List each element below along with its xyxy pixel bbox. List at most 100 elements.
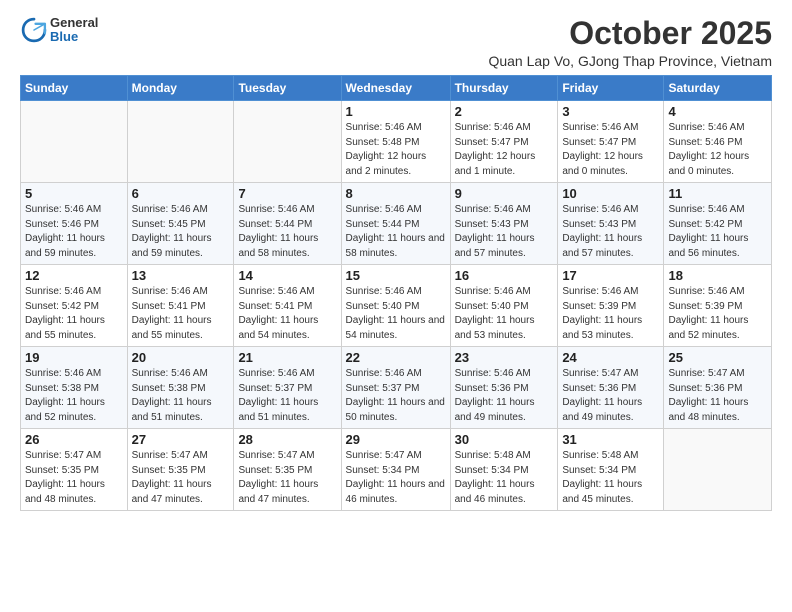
day-number: 19: [25, 350, 123, 365]
day-info: Sunrise: 5:48 AM Sunset: 5:34 PM Dayligh…: [562, 449, 659, 507]
calendar-cell: [127, 101, 234, 183]
day-number: 12: [25, 268, 123, 283]
calendar-cell: 13 Sunrise: 5:46 AM Sunset: 5:41 PM Dayli…: [127, 265, 234, 347]
calendar-cell: 26Sunrise: 5:47 AM Sunset: 5:35 PM Dayli…: [21, 429, 128, 511]
day-number: 30: [455, 432, 554, 447]
col-friday: Friday: [558, 76, 664, 101]
calendar-cell: 25Sunrise: 5:47 AM Sunset: 5:36 PM Dayli…: [664, 347, 772, 429]
calendar-header: Sunday Monday Tuesday Wednesday Thursday…: [21, 76, 772, 101]
header-row: Sunday Monday Tuesday Wednesday Thursday…: [21, 76, 772, 101]
day-info: Sunrise: 5:46 AM Sunset: 5:45 PM Dayligh…: [132, 203, 230, 261]
day-info: Sunrise: 5:46 AM Sunset: 5:48 PM Dayligh…: [346, 121, 446, 179]
calendar-cell: 21 Sunrise: 5:46 AM Sunset: 5:37 PM Dayli…: [234, 347, 341, 429]
day-number: 21: [238, 350, 336, 365]
calendar: Sunday Monday Tuesday Wednesday Thursday…: [20, 75, 772, 511]
day-info: Sunrise: 5:46 AM Sunset: 5:46 PM Dayligh…: [668, 121, 767, 179]
day-info: Sunrise: 5:47 AM Sunset: 5:35 PM Dayligh…: [238, 449, 336, 507]
week-row-1: 1 Sunrise: 5:46 AM Sunset: 5:48 PM Daylig…: [21, 101, 772, 183]
day-info: Sunrise: 5:46 AM Sunset: 5:47 PM Dayligh…: [562, 121, 659, 179]
week-row-2: 5 Sunrise: 5:46 AM Sunset: 5:46 PM Daylig…: [21, 183, 772, 265]
day-info: Sunrise: 5:46 AM Sunset: 5:38 PM Dayligh…: [25, 367, 123, 425]
day-number: 9: [455, 186, 554, 201]
day-number: 10: [562, 186, 659, 201]
calendar-cell: 24 Sunrise: 5:47 AM Sunset: 5:36 PM Dayli…: [558, 347, 664, 429]
calendar-cell: 11Sunrise: 5:46 AM Sunset: 5:42 PM Dayli…: [664, 183, 772, 265]
day-number: 6: [132, 186, 230, 201]
calendar-cell: 30 Sunrise: 5:48 AM Sunset: 5:34 PM Dayli…: [450, 429, 558, 511]
calendar-cell: 31 Sunrise: 5:48 AM Sunset: 5:34 PM Dayli…: [558, 429, 664, 511]
day-info: Sunrise: 5:47 AM Sunset: 5:36 PM Dayligh…: [562, 367, 659, 425]
logo: General Blue: [20, 16, 98, 45]
day-number: 17: [562, 268, 659, 283]
day-number: 23: [455, 350, 554, 365]
day-number: 31: [562, 432, 659, 447]
calendar-cell: 22Sunrise: 5:46 AM Sunset: 5:37 PM Dayli…: [341, 347, 450, 429]
logo-text: General Blue: [50, 16, 98, 45]
col-sunday: Sunday: [21, 76, 128, 101]
day-info: Sunrise: 5:47 AM Sunset: 5:34 PM Dayligh…: [346, 449, 446, 507]
calendar-cell: [234, 101, 341, 183]
calendar-cell: 10Sunrise: 5:46 AM Sunset: 5:43 PM Dayli…: [558, 183, 664, 265]
day-number: 7: [238, 186, 336, 201]
calendar-cell: 6 Sunrise: 5:46 AM Sunset: 5:45 PM Daylig…: [127, 183, 234, 265]
col-saturday: Saturday: [664, 76, 772, 101]
day-number: 13: [132, 268, 230, 283]
header: General Blue October 2025 Quan Lap Vo, G…: [20, 16, 772, 69]
calendar-cell: 4 Sunrise: 5:46 AM Sunset: 5:46 PM Daylig…: [664, 101, 772, 183]
day-number: 15: [346, 268, 446, 283]
week-row-5: 26Sunrise: 5:47 AM Sunset: 5:35 PM Dayli…: [21, 429, 772, 511]
day-info: Sunrise: 5:46 AM Sunset: 5:38 PM Dayligh…: [132, 367, 230, 425]
col-thursday: Thursday: [450, 76, 558, 101]
calendar-cell: 2 Sunrise: 5:46 AM Sunset: 5:47 PM Daylig…: [450, 101, 558, 183]
day-info: Sunrise: 5:47 AM Sunset: 5:35 PM Dayligh…: [132, 449, 230, 507]
col-wednesday: Wednesday: [341, 76, 450, 101]
day-number: 3: [562, 104, 659, 119]
day-number: 16: [455, 268, 554, 283]
day-info: Sunrise: 5:46 AM Sunset: 5:43 PM Dayligh…: [455, 203, 554, 261]
day-info: Sunrise: 5:46 AM Sunset: 5:36 PM Dayligh…: [455, 367, 554, 425]
calendar-body: 1 Sunrise: 5:46 AM Sunset: 5:48 PM Daylig…: [21, 101, 772, 511]
calendar-cell: 17 Sunrise: 5:46 AM Sunset: 5:39 PM Dayli…: [558, 265, 664, 347]
calendar-cell: 23 Sunrise: 5:46 AM Sunset: 5:36 PM Dayli…: [450, 347, 558, 429]
subtitle: Quan Lap Vo, GJong Thap Province, Vietna…: [488, 53, 772, 69]
day-number: 25: [668, 350, 767, 365]
day-info: Sunrise: 5:46 AM Sunset: 5:47 PM Dayligh…: [455, 121, 554, 179]
day-info: Sunrise: 5:46 AM Sunset: 5:44 PM Dayligh…: [238, 203, 336, 261]
day-info: Sunrise: 5:46 AM Sunset: 5:40 PM Dayligh…: [346, 285, 446, 343]
day-info: Sunrise: 5:48 AM Sunset: 5:34 PM Dayligh…: [455, 449, 554, 507]
day-number: 29: [346, 432, 446, 447]
day-number: 27: [132, 432, 230, 447]
calendar-cell: 28Sunrise: 5:47 AM Sunset: 5:35 PM Dayli…: [234, 429, 341, 511]
calendar-cell: 8Sunrise: 5:46 AM Sunset: 5:44 PM Daylig…: [341, 183, 450, 265]
day-info: Sunrise: 5:46 AM Sunset: 5:39 PM Dayligh…: [668, 285, 767, 343]
calendar-cell: 7 Sunrise: 5:46 AM Sunset: 5:44 PM Daylig…: [234, 183, 341, 265]
calendar-cell: 15 Sunrise: 5:46 AM Sunset: 5:40 PM Dayli…: [341, 265, 450, 347]
day-number: 14: [238, 268, 336, 283]
day-info: Sunrise: 5:46 AM Sunset: 5:41 PM Dayligh…: [238, 285, 336, 343]
week-row-4: 19 Sunrise: 5:46 AM Sunset: 5:38 PM Dayli…: [21, 347, 772, 429]
calendar-cell: 12 Sunrise: 5:46 AM Sunset: 5:42 PM Dayli…: [21, 265, 128, 347]
day-number: 1: [346, 104, 446, 119]
calendar-cell: 29 Sunrise: 5:47 AM Sunset: 5:34 PM Dayli…: [341, 429, 450, 511]
calendar-cell: 3 Sunrise: 5:46 AM Sunset: 5:47 PM Daylig…: [558, 101, 664, 183]
calendar-cell: 5 Sunrise: 5:46 AM Sunset: 5:46 PM Daylig…: [21, 183, 128, 265]
calendar-cell: 20 Sunrise: 5:46 AM Sunset: 5:38 PM Dayli…: [127, 347, 234, 429]
day-info: Sunrise: 5:46 AM Sunset: 5:39 PM Dayligh…: [562, 285, 659, 343]
day-info: Sunrise: 5:46 AM Sunset: 5:40 PM Dayligh…: [455, 285, 554, 343]
day-info: Sunrise: 5:46 AM Sunset: 5:42 PM Dayligh…: [668, 203, 767, 261]
day-info: Sunrise: 5:46 AM Sunset: 5:41 PM Dayligh…: [132, 285, 230, 343]
calendar-cell: 9 Sunrise: 5:46 AM Sunset: 5:43 PM Daylig…: [450, 183, 558, 265]
day-number: 20: [132, 350, 230, 365]
day-number: 4: [668, 104, 767, 119]
day-number: 5: [25, 186, 123, 201]
logo-blue: Blue: [50, 30, 98, 44]
day-info: Sunrise: 5:46 AM Sunset: 5:44 PM Dayligh…: [346, 203, 446, 261]
day-info: Sunrise: 5:46 AM Sunset: 5:37 PM Dayligh…: [346, 367, 446, 425]
day-info: Sunrise: 5:46 AM Sunset: 5:42 PM Dayligh…: [25, 285, 123, 343]
day-info: Sunrise: 5:46 AM Sunset: 5:37 PM Dayligh…: [238, 367, 336, 425]
day-number: 24: [562, 350, 659, 365]
day-info: Sunrise: 5:46 AM Sunset: 5:46 PM Dayligh…: [25, 203, 123, 261]
day-info: Sunrise: 5:47 AM Sunset: 5:35 PM Dayligh…: [25, 449, 123, 507]
day-number: 2: [455, 104, 554, 119]
day-number: 18: [668, 268, 767, 283]
